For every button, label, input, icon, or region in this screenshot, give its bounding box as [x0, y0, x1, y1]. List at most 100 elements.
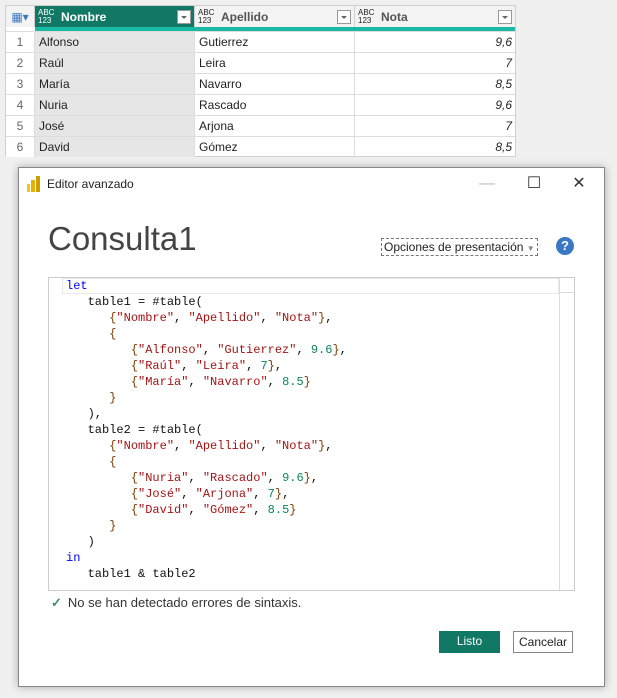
cell-nota[interactable]: 9,6	[355, 32, 515, 52]
code-token-pl: table1 = #table(	[66, 295, 203, 309]
cell-nota[interactable]: 9,6	[355, 95, 515, 115]
cell-apellido[interactable]: Leira	[195, 53, 355, 73]
code-line: {"Nombre", "Apellido", "Nota"},	[66, 438, 347, 454]
code-token-pl: ,	[310, 471, 319, 485]
cell-nombre[interactable]: Alfonso	[35, 32, 195, 52]
cell-nota[interactable]: 8,5	[355, 137, 515, 157]
cell-nombre[interactable]: Raúl	[35, 53, 195, 73]
code-token-pl: ,	[253, 503, 268, 517]
code-line: {"José", "Arjona", 7},	[66, 486, 347, 502]
code-token-num: 7	[260, 359, 268, 373]
code-token-pl: ,	[325, 439, 333, 453]
power-bi-logo-icon	[27, 176, 40, 192]
maximize-icon[interactable]: ☐	[519, 172, 549, 196]
syntax-status: ✓ No se han detectado errores de sintaxis…	[51, 595, 301, 611]
code-token-str: "Alfonso"	[138, 343, 203, 357]
code-token-pl: ,	[181, 487, 196, 501]
code-token-pl: table2 = #table(	[66, 423, 203, 437]
cell-apellido[interactable]: Rascado	[195, 95, 355, 115]
code-token-br: }	[289, 503, 297, 517]
done-button[interactable]: Listo	[439, 631, 500, 653]
code-token-pl: ,	[188, 503, 203, 517]
cell-nombre[interactable]: Nuria	[35, 95, 195, 115]
code-token-str: "Navarro"	[202, 375, 268, 389]
table-menu-icon[interactable]: ▦▾	[6, 6, 35, 27]
code-token-pl: )	[66, 535, 95, 549]
column-name: Nombre	[61, 9, 107, 24]
column-header-nombre[interactable]: ABC 123 Nombre	[35, 6, 195, 27]
cancel-button[interactable]: Cancelar	[513, 631, 573, 653]
code-token-num: 9.6	[282, 471, 304, 485]
minimize-icon[interactable]: —	[472, 172, 502, 196]
code-token-kw: in	[66, 551, 81, 565]
chevron-down-icon: ▼	[526, 244, 535, 253]
code-token-pl: table1 & table2	[66, 567, 196, 581]
code-editor[interactable]: let table1 = #table( {"Nombre", "Apellid…	[48, 277, 575, 591]
column-header-nota[interactable]: ABC 123 Nota	[355, 6, 515, 27]
cell-nombre[interactable]: María	[35, 74, 195, 94]
code-line: {"Alfonso", "Gutierrez", 9.6},	[66, 342, 347, 358]
code-line: {	[66, 326, 347, 342]
code-token-str: "Apellido"	[188, 439, 261, 453]
code-token-pl: ,	[282, 487, 290, 501]
code-token-pl: ,	[274, 359, 283, 373]
filter-dropdown[interactable]	[498, 9, 512, 24]
table-row: 4 Nuria Rascado 9,6	[6, 94, 515, 115]
table-row: 2 Raúl Leira 7	[6, 52, 515, 73]
code-token-br: {	[130, 359, 139, 373]
code-token-pl: ,	[267, 471, 283, 485]
code-line: {"David", "Gómez", 8.5}	[66, 502, 347, 518]
close-icon[interactable]: ✕	[564, 172, 594, 196]
cell-nombre[interactable]: David	[35, 137, 195, 157]
code-token-str: "Rascado"	[202, 471, 268, 485]
code-token-br: {	[130, 471, 139, 485]
code-token-str: "Arjona"	[195, 487, 254, 501]
code-token-pl: ,	[188, 375, 203, 389]
code-token-pl: ,	[296, 343, 311, 357]
code-token-pl: ,	[202, 343, 218, 357]
cell-nota[interactable]: 7	[355, 53, 515, 73]
code-token-pl: ,	[260, 439, 275, 453]
code-token-br: {	[109, 455, 117, 469]
code-text[interactable]: let table1 = #table( {"Nombre", "Apellid…	[66, 278, 347, 582]
cell-apellido[interactable]: Gutierrez	[195, 32, 355, 52]
code-line: table1 & table2	[66, 566, 347, 582]
vertical-scrollbar[interactable]	[559, 278, 574, 590]
table-row: 3 María Navarro 8,5	[6, 73, 515, 94]
table-row: 6 David Gómez 8,5	[6, 136, 515, 157]
cell-apellido[interactable]: Navarro	[195, 74, 355, 94]
code-token-str: "Nuria"	[138, 471, 189, 485]
cell-nota[interactable]: 7	[355, 116, 515, 136]
filter-dropdown[interactable]	[177, 9, 191, 24]
code-token-num: 8.5	[282, 375, 304, 389]
cell-apellido[interactable]: Gómez	[195, 137, 355, 157]
help-icon[interactable]: ?	[556, 237, 574, 255]
cell-nombre[interactable]: José	[35, 116, 195, 136]
code-line: }	[66, 518, 347, 534]
advanced-editor-dialog: Editor avanzado — ☐ ✕ Consulta1 Opciones…	[18, 167, 605, 687]
code-token-br: {	[130, 375, 139, 389]
code-token-num: 9.6	[310, 343, 333, 357]
cell-apellido[interactable]: Arjona	[195, 116, 355, 136]
column-name: Apellido	[221, 9, 269, 24]
code-token-pl: ,	[339, 343, 347, 357]
code-token-br: }	[109, 391, 117, 405]
column-header-apellido[interactable]: ABC 123 Apellido	[195, 6, 355, 27]
code-token-str: "Gómez"	[202, 503, 254, 517]
filter-dropdown[interactable]	[337, 9, 351, 24]
display-options-label: Opciones de presentación	[384, 240, 524, 254]
cell-nota[interactable]: 8,5	[355, 74, 515, 94]
code-line: in	[66, 550, 347, 566]
display-options-dropdown[interactable]: Opciones de presentación ▼	[381, 238, 538, 256]
code-token-br: {	[130, 503, 139, 517]
code-token-br: {	[130, 343, 139, 357]
row-number: 2	[6, 53, 35, 73]
query-name: Consulta1	[48, 220, 197, 257]
code-token-str: "María"	[138, 375, 189, 389]
